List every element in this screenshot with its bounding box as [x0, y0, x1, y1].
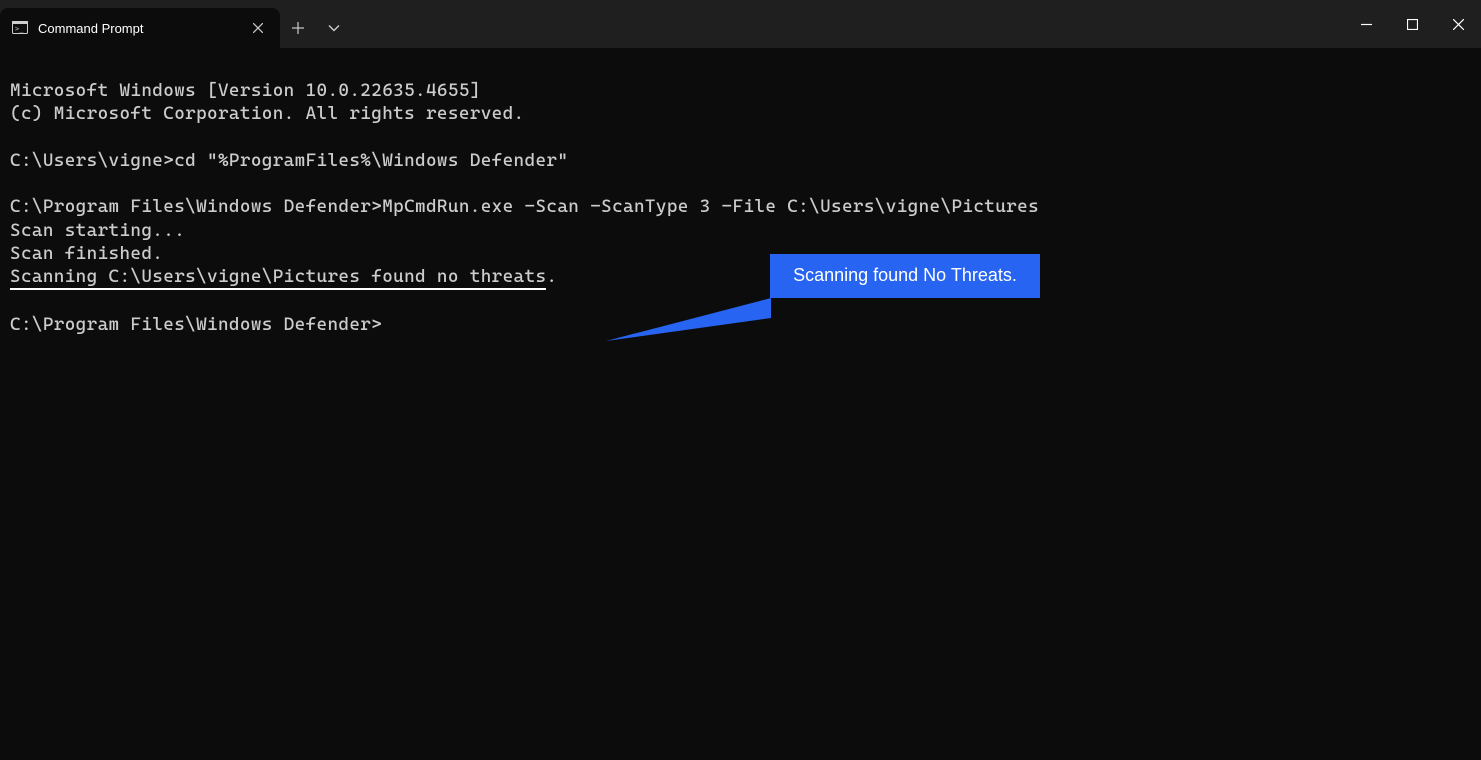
tab-close-button[interactable]: [248, 18, 268, 38]
terminal-line-highlighted: Scanning C:\Users\vigne\Pictures found n…: [10, 265, 546, 290]
terminal-line: Scan starting...: [10, 220, 185, 241]
window-controls: [1343, 0, 1481, 48]
terminal-area[interactable]: Microsoft Windows [Version 10.0.22635.46…: [0, 48, 1481, 414]
titlebar: >_ Command Prompt: [0, 0, 1481, 48]
maximize-button[interactable]: [1389, 0, 1435, 48]
terminal-line: Scan finished.: [10, 243, 163, 264]
terminal-command: MpCmdRun.exe -Scan -ScanType 3 -File C:\…: [382, 196, 1039, 217]
minimize-button[interactable]: [1343, 0, 1389, 48]
terminal-prompt: C:\Users\vigne>: [10, 150, 174, 171]
terminal-prompt: C:\Program Files\Windows Defender>: [10, 314, 382, 335]
terminal-line: (c) Microsoft Corporation. All rights re…: [10, 103, 525, 124]
titlebar-drag-area[interactable]: [352, 0, 1343, 48]
terminal-line: Microsoft Windows [Version 10.0.22635.46…: [10, 80, 481, 101]
new-tab-button[interactable]: [280, 8, 316, 48]
terminal-command: cd "%ProgramFiles%\Windows Defender": [174, 150, 568, 171]
svg-text:>_: >_: [15, 25, 24, 33]
active-tab[interactable]: >_ Command Prompt: [0, 8, 280, 48]
tab-title: Command Prompt: [38, 21, 238, 36]
annotation-callout: Scanning found No Threats.: [770, 254, 1040, 298]
terminal-prompt: C:\Program Files\Windows Defender>: [10, 196, 382, 217]
terminal-line-dot: .: [546, 266, 557, 287]
tab-dropdown-button[interactable]: [316, 8, 352, 48]
cmd-icon: >_: [12, 20, 28, 36]
close-button[interactable]: [1435, 0, 1481, 48]
callout-text: Scanning found No Threats.: [793, 264, 1017, 287]
